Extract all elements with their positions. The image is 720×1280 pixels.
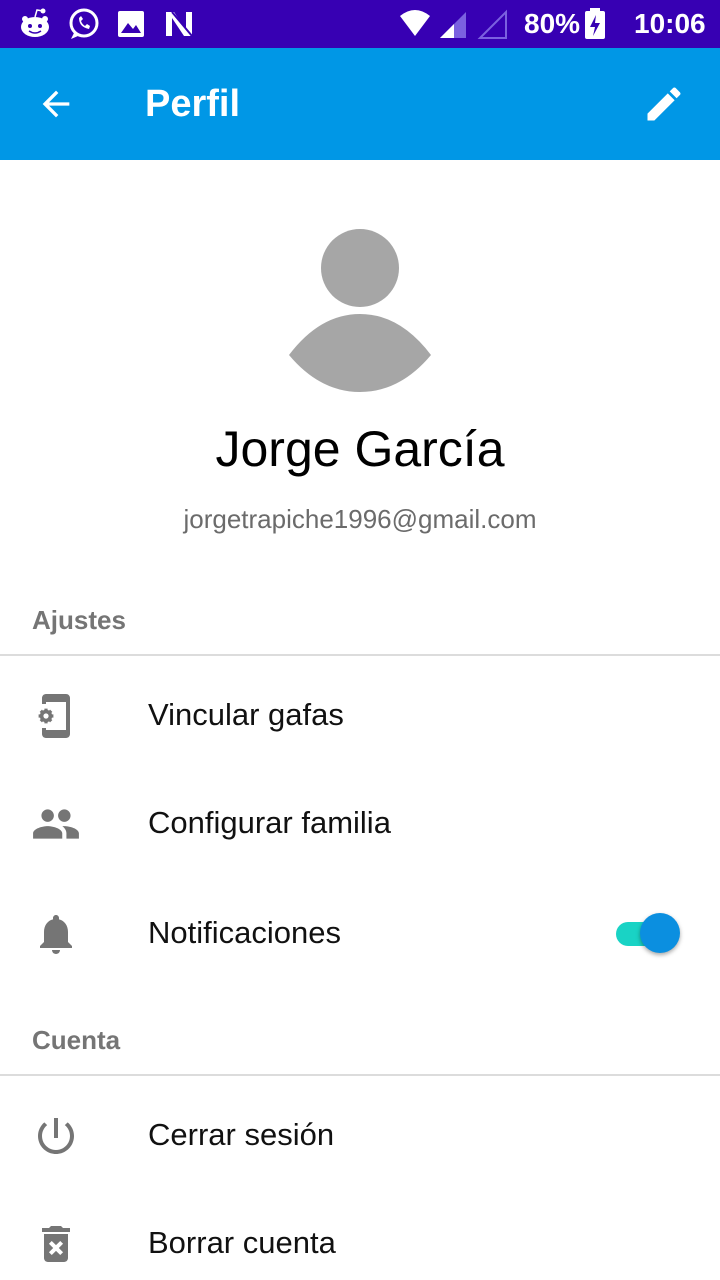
- settings-item-family[interactable]: Configurar familia: [0, 769, 720, 877]
- bell-icon: [40, 915, 72, 954]
- signal-icon: [440, 12, 466, 38]
- notifications-toggle[interactable]: [612, 911, 684, 955]
- arrow-back-icon: [42, 90, 70, 118]
- divider: [0, 654, 720, 656]
- battery-percent: 80%: [524, 8, 581, 39]
- section-header-settings: Ajustes: [32, 605, 126, 635]
- signal-empty-icon: [477, 9, 507, 39]
- account-item-logout[interactable]: Cerrar sesión: [0, 1081, 720, 1189]
- wifi-icon: [400, 10, 430, 36]
- clock: 10:06: [634, 8, 706, 39]
- pencil-icon: [647, 87, 681, 121]
- account-item-delete[interactable]: Borrar cuenta: [0, 1189, 720, 1280]
- settings-item-label: Configurar familia: [148, 805, 391, 840]
- back-button[interactable]: [24, 76, 88, 132]
- account-item-label: Borrar cuenta: [148, 1225, 336, 1260]
- profile-email: jorgetrapiche1996@gmail.com: [183, 504, 537, 534]
- status-bar: 80% 10:06: [0, 0, 720, 48]
- settings-item-link-glasses[interactable]: Vincular gafas: [0, 661, 720, 769]
- avatar: [289, 229, 431, 392]
- reddit-icon: [21, 8, 49, 37]
- settings-item-label: Vincular gafas: [148, 697, 344, 732]
- people-icon: [33, 809, 79, 839]
- n-app-icon: [166, 11, 193, 37]
- section-header-account: Cuenta: [32, 1025, 121, 1055]
- page-title: Perfil: [145, 83, 241, 125]
- profile-name: Jorge García: [215, 421, 505, 477]
- power-icon: [38, 1118, 74, 1154]
- edit-button[interactable]: [628, 76, 700, 132]
- divider: [0, 1074, 720, 1076]
- phone-settings-icon: [38, 694, 70, 738]
- toggle-thumb: [640, 913, 680, 953]
- account-item-label: Cerrar sesión: [148, 1117, 335, 1152]
- delete-icon: [42, 1226, 70, 1262]
- battery-charging-icon: [585, 8, 605, 39]
- settings-item-notifications[interactable]: Notificaciones: [0, 879, 720, 987]
- app-bar: Perfil: [0, 48, 720, 160]
- whatsapp-icon: [69, 8, 99, 39]
- settings-item-label: Notificaciones: [148, 915, 341, 950]
- gallery-icon: [118, 11, 144, 37]
